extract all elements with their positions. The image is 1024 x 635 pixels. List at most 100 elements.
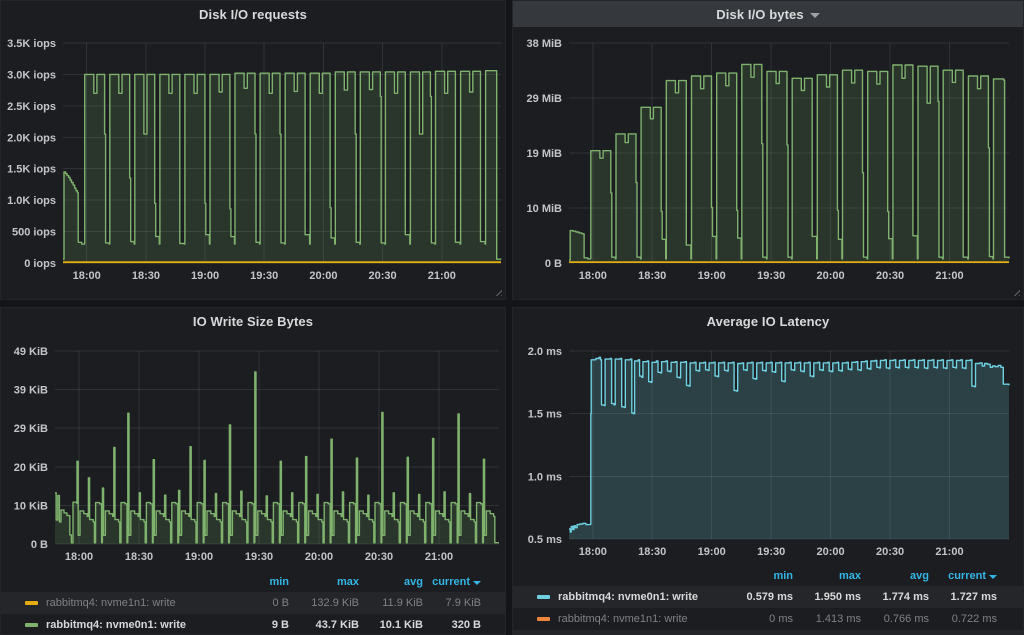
panel-title: Average IO Latency — [707, 314, 830, 329]
series-color-swatch — [25, 601, 38, 605]
legend-col-min[interactable]: min — [725, 570, 793, 582]
svg-text:39 KiB: 39 KiB — [14, 385, 48, 397]
svg-text:21:00: 21:00 — [425, 551, 453, 563]
legend-row[interactable]: rabbitmq4: nvme0n1: write9 B43.7 KiB10.1… — [1, 614, 505, 635]
legend-value: 132.9 KiB — [289, 597, 359, 609]
legend-header: minmaxavgcurrent — [1, 572, 505, 592]
legend-header: minmaxavgcurrent — [513, 566, 1023, 586]
svg-text:500 iops: 500 iops — [12, 227, 56, 239]
svg-text:20:00: 20:00 — [309, 270, 337, 282]
legend-col-max[interactable]: max — [793, 570, 861, 582]
legend-value: 0.722 ms — [929, 613, 997, 625]
svg-text:38 MiB: 38 MiB — [527, 38, 563, 50]
svg-text:20 KiB: 20 KiB — [14, 462, 48, 474]
sort-desc-icon — [989, 575, 997, 579]
legend-row-partial[interactable] — [513, 630, 1023, 635]
svg-text:19:00: 19:00 — [185, 551, 213, 563]
svg-text:19:30: 19:30 — [757, 546, 785, 558]
svg-text:3.0K iops: 3.0K iops — [7, 69, 56, 81]
svg-text:19:00: 19:00 — [698, 546, 726, 558]
legend-value: 10.1 KiB — [359, 619, 423, 631]
svg-text:3.5K iops: 3.5K iops — [7, 38, 56, 50]
svg-text:20:00: 20:00 — [817, 546, 845, 558]
series-color-swatch — [537, 595, 550, 599]
svg-text:19:00: 19:00 — [698, 270, 726, 282]
svg-text:19:30: 19:30 — [250, 270, 278, 282]
legend-value: 1.774 ms — [861, 591, 929, 603]
svg-text:0.5 ms: 0.5 ms — [528, 534, 562, 546]
svg-text:0 iops: 0 iops — [24, 258, 56, 270]
legend-col-current[interactable]: current — [423, 576, 481, 588]
svg-text:20:00: 20:00 — [305, 551, 333, 563]
legend-value: 11.9 KiB — [359, 597, 423, 609]
dashboard: Disk I/O requests 18:00 18:30 19:00 19:30 20… — [0, 0, 1024, 635]
legend-col-current[interactable]: current — [929, 570, 997, 582]
panel-io-write-size-bytes: IO Write Size Bytes 18:0018:3019:0019:30… — [0, 307, 506, 635]
svg-text:20:30: 20:30 — [876, 270, 904, 282]
svg-text:19:30: 19:30 — [757, 270, 785, 282]
svg-text:1.5 ms: 1.5 ms — [528, 409, 562, 421]
svg-text:2.5K iops: 2.5K iops — [7, 101, 56, 113]
legend-value: 7.9 KiB — [423, 597, 481, 609]
svg-text:18:30: 18:30 — [132, 270, 160, 282]
legend-col-min[interactable]: min — [219, 576, 289, 588]
panel-title: Disk I/O bytes — [716, 7, 803, 22]
svg-text:21:00: 21:00 — [935, 546, 963, 558]
svg-text:10 MiB: 10 MiB — [527, 203, 563, 215]
panel-header-io-write-size-bytes[interactable]: IO Write Size Bytes — [1, 308, 505, 334]
legend-col-avg[interactable]: avg — [861, 570, 929, 582]
svg-text:1.5K iops: 1.5K iops — [7, 164, 56, 176]
chevron-down-icon[interactable] — [810, 13, 820, 18]
svg-text:18:30: 18:30 — [125, 551, 153, 563]
svg-text:19:00: 19:00 — [191, 270, 219, 282]
disk-io-requests-chart[interactable]: 18:00 18:30 19:00 19:30 20:00 20:30 21:00 0 iop… — [1, 1, 506, 300]
legend-row[interactable]: rabbitmq4: nvme1n1: write0 ms1.413 ms0.7… — [513, 608, 1023, 630]
panel-disk-io-bytes: Disk I/O bytes 18:00 18:30 19:00 19:30 20:00… — [512, 0, 1024, 300]
legend-value: 0 B — [219, 597, 289, 609]
legend-col-max[interactable]: max — [289, 576, 359, 588]
series-name: rabbitmq4: nvme0n1: write — [558, 591, 698, 603]
svg-text:20:30: 20:30 — [876, 546, 904, 558]
legend-value: 1.413 ms — [793, 613, 861, 625]
legend-value: 0.766 ms — [861, 613, 929, 625]
series-color-swatch — [25, 623, 38, 627]
svg-text:19 MiB: 19 MiB — [527, 148, 563, 160]
svg-text:18:00: 18:00 — [73, 270, 101, 282]
sort-desc-icon — [473, 581, 481, 585]
svg-text:18:00: 18:00 — [65, 551, 93, 563]
svg-text:20:00: 20:00 — [817, 270, 845, 282]
svg-text:18:30: 18:30 — [638, 270, 666, 282]
svg-text:0 B: 0 B — [545, 258, 562, 270]
panel-title: Disk I/O requests — [199, 7, 307, 22]
legend-value: 1.950 ms — [793, 591, 861, 603]
svg-text:18:00: 18:00 — [579, 546, 607, 558]
svg-text:49 KiB: 49 KiB — [14, 346, 48, 358]
svg-text:21:00: 21:00 — [935, 270, 963, 282]
panel-header-disk-io-requests[interactable]: Disk I/O requests — [1, 1, 505, 27]
legend-average-io-latency: minmaxavgcurrentrabbitmq4: nvme0n1: writ… — [513, 566, 1023, 635]
svg-text:20:30: 20:30 — [369, 270, 397, 282]
series-name: rabbitmq4: nvme1n1: write — [558, 613, 688, 625]
panel-header-disk-io-bytes[interactable]: Disk I/O bytes — [513, 1, 1023, 27]
svg-text:1.0K iops: 1.0K iops — [7, 195, 56, 207]
legend-row[interactable]: rabbitmq4: nvme0n1: write 0.579 ms1.950 m… — [513, 586, 1023, 608]
legend-value: 9 B — [219, 619, 289, 631]
disk-io-bytes-chart[interactable]: 18:00 18:30 19:00 19:30 20:00 20:30 21:00 0 B 10… — [513, 1, 1024, 300]
panel-disk-io-requests: Disk I/O requests 18:00 18:30 19:00 19:30 20… — [0, 0, 506, 300]
svg-text:2.0K iops: 2.0K iops — [7, 132, 56, 144]
svg-text:18:00: 18:00 — [579, 270, 607, 282]
legend-row[interactable]: rabbitmq4: nvme1n1: write 0 B132.9 KiB11.… — [1, 592, 505, 614]
svg-text:29 MiB: 29 MiB — [527, 93, 563, 105]
series-name: rabbitmq4: nvme1n1: write — [46, 597, 176, 609]
panel-title: IO Write Size Bytes — [193, 314, 313, 329]
panel-header-average-io-latency[interactable]: Average IO Latency — [513, 308, 1023, 334]
svg-text:2.0 ms: 2.0 ms — [528, 346, 562, 358]
legend-value: 0.579 ms — [725, 591, 793, 603]
panel-average-io-latency: Average IO Latency 18:0018:3019:0019:302… — [512, 307, 1024, 635]
legend-value: 320 B — [423, 619, 481, 631]
legend-io-write-size-bytes: minmaxavgcurrentrabbitmq4: nvme1n1: writ… — [1, 572, 505, 635]
series-color-swatch — [537, 617, 550, 621]
svg-text:10 KiB: 10 KiB — [14, 500, 48, 512]
legend-col-avg[interactable]: avg — [359, 576, 423, 588]
svg-text:21:00: 21:00 — [428, 270, 456, 282]
